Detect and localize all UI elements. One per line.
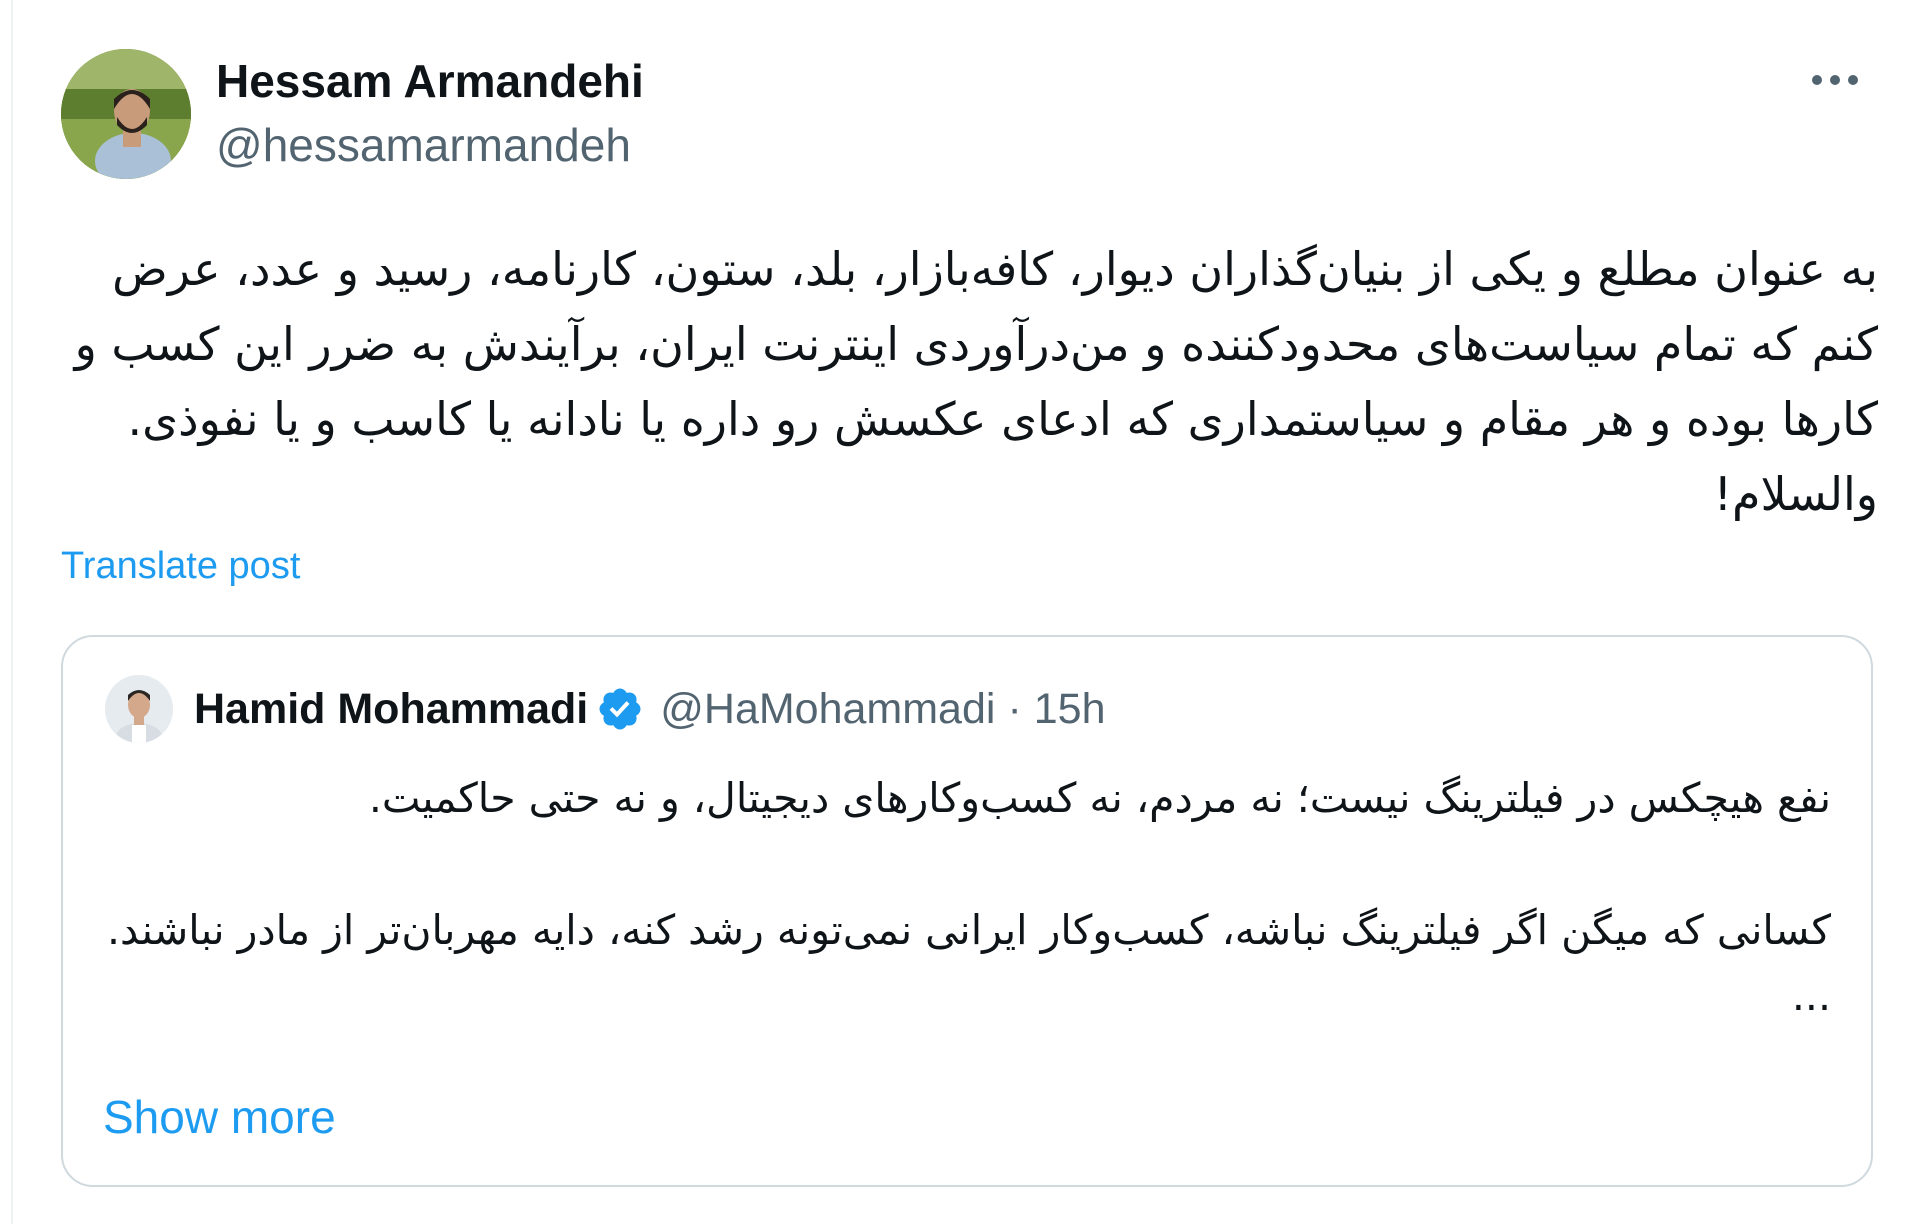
quoted-post-text: نفع هیچکس در فیلترینگ نیست؛ نه مردم، نه …	[106, 774, 1831, 1020]
post-view: Hessam Armandehi @hessamarmandeh به عنوا…	[0, 0, 1920, 1224]
quoted-post-header: Hamid Mohammadi @HaMohammadi · 15h	[194, 681, 1106, 737]
post-text: به عنوان مطلع و یکی از بنیان‌گذاران دیوا…	[59, 242, 1878, 521]
quoted-author-avatar-image	[105, 675, 173, 743]
show-more-link[interactable]: Show more	[103, 1089, 336, 1145]
quoted-author-avatar[interactable]	[105, 675, 173, 743]
author-handle[interactable]: @hessamarmandeh	[216, 116, 631, 174]
author-avatar-image	[61, 49, 191, 179]
meta-separator: ·	[1007, 684, 1022, 733]
quoted-post-card[interactable]: Hamid Mohammadi @HaMohammadi · 15h نفع ه…	[61, 635, 1873, 1187]
verified-badge-icon	[596, 685, 644, 733]
quoted-author-handle[interactable]: @HaMohammadi	[660, 685, 995, 734]
author-avatar[interactable]	[61, 49, 191, 179]
more-options-button[interactable]	[1800, 58, 1870, 102]
quoted-post-timestamp[interactable]: 15h	[1034, 685, 1106, 734]
translate-post-link[interactable]: Translate post	[61, 542, 300, 590]
timeline-divider	[11, 0, 13, 1224]
author-name[interactable]: Hessam Armandehi	[216, 52, 644, 110]
quoted-author-name[interactable]: Hamid Mohammadi	[194, 685, 588, 734]
more-horizontal-icon	[1812, 75, 1858, 85]
